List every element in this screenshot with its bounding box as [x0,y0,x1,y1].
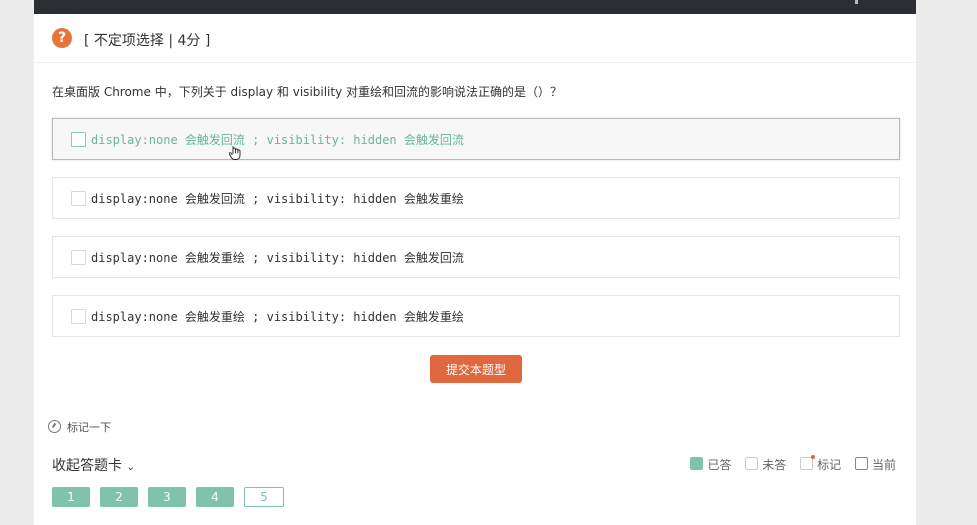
option-checkbox[interactable] [71,132,86,147]
question-mark-icon: ? [52,28,72,48]
compass-icon [48,420,61,433]
mark-label: 标记一下 [67,421,111,434]
status-legend: 已答 未答 标记 当前 [680,455,896,473]
option-checkbox[interactable] [71,191,86,206]
chevron-down-icon: ⌄ [126,462,135,473]
answer-card[interactable]: 4 [196,487,234,507]
option-text: display:none 会触发回流 ; visibility: hidden … [91,133,464,147]
option-checkbox[interactable] [71,250,86,265]
answer-card-current[interactable]: 5 [244,487,284,507]
mark-question-toggle[interactable]: 标记一下 [48,419,111,435]
marked-swatch [800,455,816,470]
answer-card[interactable]: 1 [52,487,90,507]
question-type-label: [ 不定项选择 | 4分 ] [84,33,211,49]
collapse-answer-sheet[interactable]: 收起答题卡 ⌄ [52,455,135,475]
legend-marked: 标记 [800,455,842,473]
legend-unanswered-label: 未答 [762,458,787,472]
option-checkbox[interactable] [71,309,86,324]
question-panel: ? [ 不定项选择 | 4分 ] 在桌面版 Chrome 中，下列关于 disp… [34,14,916,525]
collapse-label: 收起答题卡 [52,458,122,474]
legend-answered: 已答 [690,456,731,473]
option-b[interactable]: display:none 会触发回流 ; visibility: hidden … [52,177,900,219]
option-text: display:none 会触发重绘 ; visibility: hidden … [91,251,464,265]
submit-button[interactable]: 提交本题型 [430,355,522,383]
top-bar [34,0,916,14]
answer-card[interactable]: 2 [100,487,138,507]
answered-swatch [690,457,704,470]
legend-current: 当前 [854,456,896,473]
option-d[interactable]: display:none 会触发重绘 ; visibility: hidden … [52,295,900,337]
unanswered-swatch [745,457,759,470]
question-header: ? [ 不定项选择 | 4分 ] [34,14,916,63]
option-c[interactable]: display:none 会触发重绘 ; visibility: hidden … [52,236,900,278]
legend-current-label: 当前 [871,458,896,472]
answer-card[interactable]: 3 [148,487,186,507]
legend-unanswered: 未答 [745,456,786,473]
topbar-indicator [855,0,858,4]
option-text: display:none 会触发回流 ; visibility: hidden … [91,192,464,206]
option-text: display:none 会触发重绘 ; visibility: hidden … [91,310,464,324]
option-a[interactable]: display:none 会触发回流 ; visibility: hidden … [52,118,900,160]
hand-cursor-icon [229,146,241,160]
legend-answered-label: 已答 [707,458,732,472]
current-swatch [854,457,868,470]
legend-marked-label: 标记 [817,458,842,472]
question-stem: 在桌面版 Chrome 中，下列关于 display 和 visibility … [52,85,563,99]
